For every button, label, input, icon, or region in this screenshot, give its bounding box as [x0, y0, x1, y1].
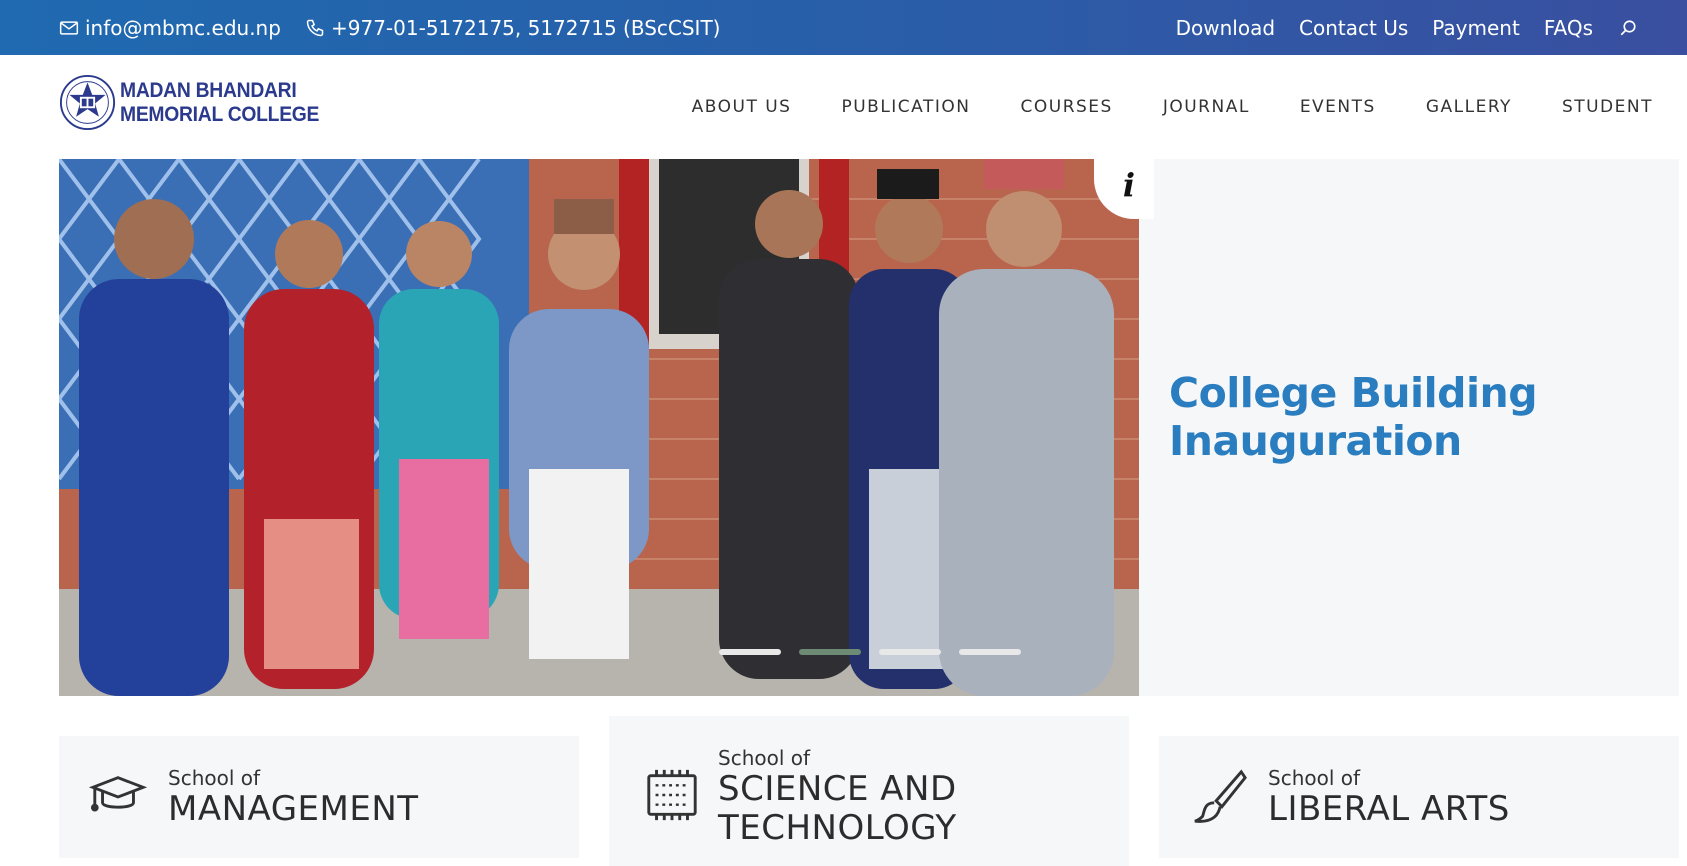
school-prefix: School of — [168, 766, 261, 790]
school-name-line-2: TECHNOLOGY — [718, 808, 957, 848]
graduation-cap-icon — [89, 776, 147, 812]
school-card-liberal-arts[interactable]: School of LIBERAL ARTS — [1159, 736, 1679, 858]
slider-dot[interactable] — [879, 649, 941, 655]
school-text: School of SCIENCE AND TECHNOLOGY — [718, 746, 957, 848]
payment-link[interactable]: Payment — [1432, 16, 1520, 40]
info-icon: i — [1122, 166, 1136, 204]
school-prefix: School of — [1268, 766, 1361, 790]
school-card-science-technology[interactable]: School of SCIENCE AND TECHNOLOGY — [609, 716, 1129, 866]
download-link[interactable]: Download — [1176, 16, 1275, 40]
group-photo-image — [59, 159, 1139, 696]
phone-icon — [306, 19, 324, 36]
nav-student[interactable]: STUDENT — [1562, 97, 1653, 117]
logo-line-2: MEMORIAL COLLEGE — [120, 102, 320, 126]
hero-slider: i College Building Inauguration — [59, 159, 1679, 696]
phone-text: +977-01-5172175, 5172715 (BScCSIT) — [331, 15, 721, 40]
logo-text: MADAN BHANDARI MEMORIAL COLLEGE — [120, 79, 319, 127]
college-logo[interactable]: MADAN BHANDARI MEMORIAL COLLEGE — [59, 74, 336, 131]
nav-about-us[interactable]: ABOUT US — [692, 97, 792, 117]
site-header: MADAN BHANDARI MEMORIAL COLLEGE ABOUT US… — [0, 55, 1687, 159]
school-card-management[interactable]: School of MANAGEMENT — [59, 736, 579, 858]
nav-journal[interactable]: JOURNAL — [1163, 97, 1250, 117]
slider-dot[interactable] — [719, 649, 781, 655]
nav-events[interactable]: EVENTS — [1300, 97, 1376, 117]
slider-dot[interactable] — [959, 649, 1021, 655]
paintbrush-icon — [1194, 769, 1247, 823]
slide-caption: College Building Inauguration — [1169, 369, 1538, 465]
mail-icon — [59, 20, 79, 35]
main-nav: ABOUT US PUBLICATION COURSES JOURNAL EVE… — [642, 55, 1653, 159]
faqs-link[interactable]: FAQs — [1544, 16, 1593, 40]
slider-dot-active[interactable] — [799, 649, 861, 655]
microchip-icon — [647, 769, 697, 821]
nav-courses[interactable]: COURSES — [1021, 97, 1113, 117]
slide-photo — [59, 159, 1139, 696]
email-text: info@mbmc.edu.np — [85, 15, 281, 40]
school-name: MANAGEMENT — [168, 789, 419, 829]
phone-contact[interactable]: +977-01-5172175, 5172715 (BScCSIT) — [305, 0, 720, 55]
college-emblem-icon — [59, 74, 116, 131]
slider-dots — [719, 649, 1039, 655]
school-name-line-1: SCIENCE AND — [718, 769, 957, 809]
email-contact[interactable]: info@mbmc.edu.np — [59, 0, 281, 55]
school-text: School of LIBERAL ARTS — [1268, 766, 1510, 829]
search-button[interactable] — [1619, 19, 1637, 37]
top-bar: info@mbmc.edu.np +977-01-5172175, 517271… — [0, 0, 1687, 55]
school-text: School of MANAGEMENT — [168, 766, 419, 829]
nav-gallery[interactable]: GALLERY — [1426, 97, 1512, 117]
search-icon — [1620, 19, 1636, 35]
top-links: Download Contact Us Payment FAQs — [1152, 0, 1637, 55]
school-prefix: School of — [718, 746, 811, 770]
nav-publication[interactable]: PUBLICATION — [841, 97, 970, 117]
school-name: LIBERAL ARTS — [1268, 789, 1510, 829]
logo-line-1: MADAN BHANDARI — [120, 78, 297, 102]
contact-us-link[interactable]: Contact Us — [1299, 16, 1408, 40]
